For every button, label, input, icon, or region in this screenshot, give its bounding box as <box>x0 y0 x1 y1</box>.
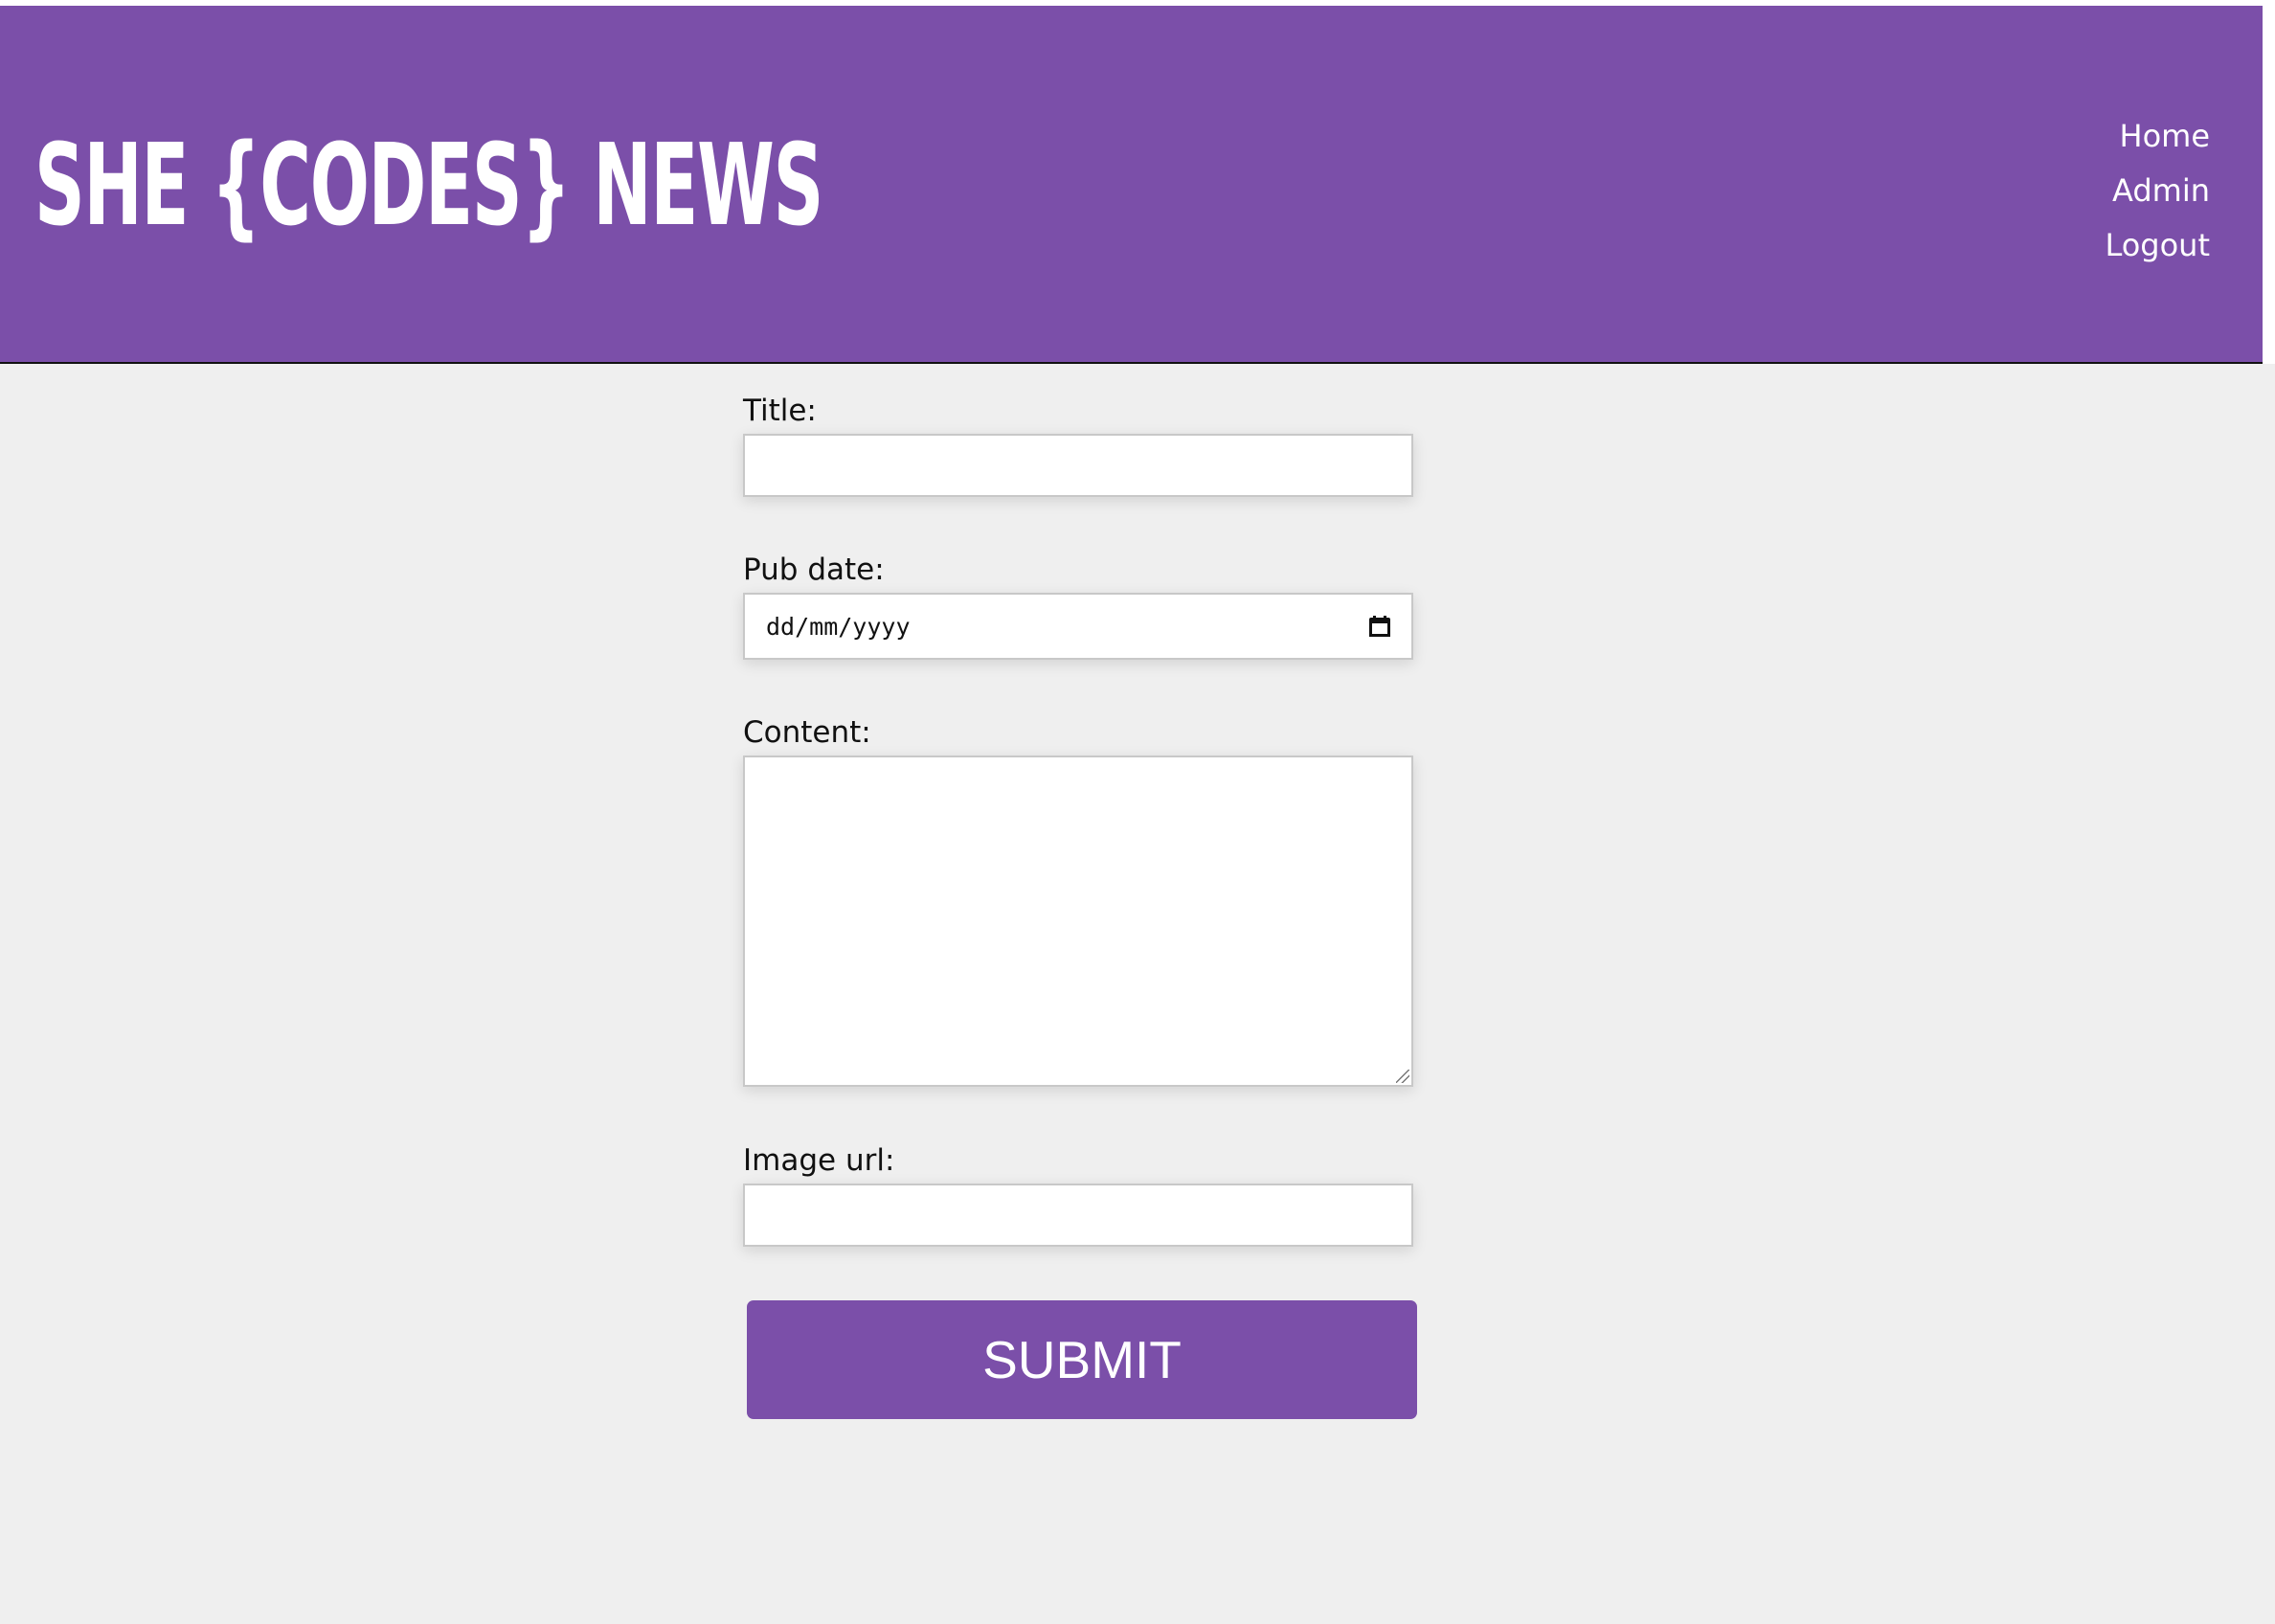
image-url-label: Image url: <box>743 1143 895 1178</box>
submit-button[interactable]: SUBMIT <box>747 1300 1417 1419</box>
nav-logout-link[interactable]: Logout <box>2105 218 2210 273</box>
main-nav: Home Admin Logout <box>2105 109 2210 273</box>
title-label: Title: <box>743 394 817 428</box>
pub-date-input[interactable]: dd/mm/yyyy <box>743 593 1413 660</box>
pub-date-placeholder: dd/mm/yyyy <box>766 612 911 641</box>
pub-date-label: Pub date: <box>743 553 885 587</box>
site-header: SHE {CODES} NEWS Home Admin Logout <box>0 6 2263 364</box>
title-input[interactable] <box>743 434 1413 497</box>
new-story-form: Title: Pub date: dd/mm/yyyy Content: Ima… <box>743 388 1417 1419</box>
calendar-icon[interactable] <box>1369 616 1390 637</box>
image-url-input[interactable] <box>743 1184 1413 1247</box>
nav-admin-link[interactable]: Admin <box>2105 164 2210 218</box>
content-label: Content: <box>743 715 871 750</box>
nav-home-link[interactable]: Home <box>2105 109 2211 164</box>
resize-handle-icon[interactable] <box>1396 1070 1409 1083</box>
content-textarea[interactable] <box>743 756 1413 1087</box>
right-strip <box>2263 0 2275 364</box>
site-logo[interactable]: SHE {CODES} NEWS <box>34 113 823 257</box>
